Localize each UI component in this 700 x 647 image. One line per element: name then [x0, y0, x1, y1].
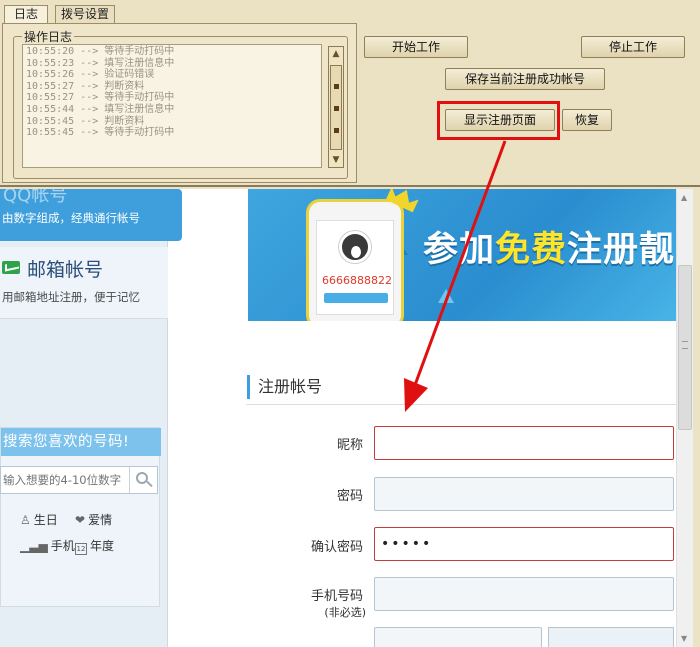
window-edge — [693, 189, 700, 647]
save-account-button[interactable]: 保存当前注册成功帐号 — [445, 68, 605, 90]
search-icon-handle — [146, 480, 153, 488]
nickname-label: 昵称 — [336, 438, 363, 453]
page-scrollbar[interactable]: ▲ ▼ — [676, 189, 693, 647]
filter-phone-label: 手机 — [50, 539, 75, 553]
operation-log-title: 操作日志 — [22, 28, 75, 45]
filter-birthday-label: 生日 — [33, 513, 58, 527]
log-line: 10:55:23 --> 填写注册信息中 — [26, 57, 175, 69]
account-type-sidebar: QQ帐号 由数字组成，经典通行帐号 邮箱帐号 用邮箱地址注册，便于记忆 搜索您喜… — [0, 189, 182, 647]
log-line: 10:55:44 --> 填写注册信息中 — [26, 103, 175, 115]
filter-love-label: 爱情 — [88, 513, 113, 527]
password-input[interactable] — [374, 477, 674, 511]
log-scrollbar[interactable]: ▲ ▼ — [328, 46, 344, 168]
grip-mark-icon — [334, 128, 339, 133]
banner-headline: 参加免费注册靓号 — [423, 221, 676, 272]
log-line: 10:55:45 --> 判断资料 — [26, 115, 145, 127]
qq-account-card[interactable]: QQ帐号 由数字组成，经典通行帐号 — [0, 189, 182, 241]
tool-panel: 日志 拨号设置 操作日志 10:55:20 --> 等待手动打码中 10:55:… — [0, 0, 700, 187]
heart-icon: ❤ — [75, 513, 86, 527]
cake-icon: ♙ — [20, 513, 31, 527]
mail-icon — [2, 261, 20, 274]
register-section-title: 注册帐号 — [247, 375, 322, 399]
grip-mark-icon — [334, 84, 339, 89]
phone-optional-note: (非必选) — [324, 606, 366, 619]
email-account-title: 邮箱帐号 — [27, 259, 104, 281]
log-line: 10:55:20 --> 等待手动打码中 — [26, 46, 175, 57]
email-account-desc: 用邮箱地址注册，便于记忆 — [2, 290, 140, 304]
stop-work-button[interactable]: 停止工作 — [581, 36, 685, 58]
banner-text-free: 免费 — [495, 230, 568, 270]
filter-year-label: 年度 — [90, 539, 115, 553]
filter-love[interactable]: ❤ 爱情 — [75, 511, 112, 528]
start-work-button[interactable]: 开始工作 — [364, 36, 468, 58]
decor-triangle — [438, 289, 454, 303]
operation-log-group: 操作日志 10:55:20 --> 等待手动打码中 10:55:23 --> 填… — [13, 28, 348, 179]
scroll-up-icon[interactable]: ▲ — [330, 47, 342, 61]
phone-screen: 6666888822 — [316, 220, 394, 315]
calendar-icon: 12 — [75, 543, 87, 555]
log-scroll-thumb[interactable] — [330, 65, 342, 150]
filter-birthday[interactable]: ♙ 生日 — [20, 511, 58, 528]
page-scroll-thumb[interactable] — [678, 265, 692, 430]
promo-banner[interactable]: 6666888822 参加免费注册靓号 — [248, 189, 676, 321]
tab-log[interactable]: 日志 — [4, 5, 48, 24]
scroll-down-icon[interactable]: ▼ — [330, 153, 342, 167]
scroll-down-icon[interactable]: ▼ — [681, 634, 687, 643]
log-line: 10:55:27 --> 判断资料 — [26, 80, 145, 92]
filter-phone[interactable]: ▁▃▅ 手机 — [20, 537, 75, 554]
restore-button[interactable]: 恢复 — [562, 109, 612, 131]
phone-number-text: 6666888822 — [322, 274, 392, 287]
next-field-button[interactable] — [548, 627, 674, 647]
qq-account-desc: 由数字组成，经典通行帐号 — [2, 211, 140, 225]
phone-number-input[interactable] — [374, 577, 674, 611]
scroll-up-icon[interactable]: ▲ — [681, 193, 687, 202]
log-line: 10:55:26 --> 验证码错误 — [26, 69, 155, 81]
penguin-avatar-icon — [339, 231, 371, 263]
phone-number-label: 手机号码 — [310, 589, 363, 604]
number-search-title: 搜索您喜欢的号码! — [1, 428, 161, 456]
section-divider — [246, 404, 676, 405]
next-field-input[interactable] — [374, 627, 542, 647]
operation-log-list[interactable]: 10:55:20 --> 等待手动打码中 10:55:23 --> 填写注册信息… — [22, 44, 322, 168]
phone-button-bar — [324, 293, 388, 303]
tab-dial-settings[interactable]: 拨号设置 — [55, 5, 115, 24]
show-register-page-button[interactable]: 显示注册页面 — [445, 109, 555, 131]
tab-content-frame: 操作日志 10:55:20 --> 等待手动打码中 10:55:23 --> 填… — [2, 23, 357, 183]
log-line: 10:55:45 --> 等待手动打码中 — [26, 127, 175, 139]
register-form: 注册帐号 昵称 密码 确认密码 ••••• 手机号码 (非必选) — [246, 347, 676, 647]
number-search-box — [0, 466, 158, 494]
phone-illustration: 6666888822 — [306, 199, 404, 321]
password-label: 密码 — [336, 489, 363, 504]
registration-webpage: QQ帐号 由数字组成，经典通行帐号 邮箱帐号 用邮箱地址注册，便于记忆 搜索您喜… — [0, 189, 676, 647]
qq-account-title: QQ帐号 — [3, 189, 68, 206]
confirm-password-label: 确认密码 — [310, 540, 363, 555]
banner-text-pre: 参加 — [423, 230, 496, 270]
log-line: 10:55:27 --> 等待手动打码中 — [26, 92, 175, 104]
number-search-input[interactable] — [1, 467, 128, 493]
grip-mark-icon — [334, 106, 339, 111]
filter-year[interactable]: 12 年度 — [75, 537, 114, 555]
email-account-card[interactable]: 邮箱帐号 用邮箱地址注册，便于记忆 — [0, 247, 168, 319]
nickname-input[interactable] — [374, 426, 674, 460]
number-search-panel: 搜索您喜欢的号码! ♙生日 ❤爱情 ▁▃▅手机 12年度 — [0, 427, 161, 607]
signal-icon: ▁▃▅ — [20, 539, 48, 553]
banner-text-post: 注册靓号 — [567, 230, 676, 270]
grip-icon — [682, 341, 688, 349]
confirm-password-input[interactable]: ••••• — [374, 527, 674, 561]
search-button[interactable] — [129, 467, 157, 493]
